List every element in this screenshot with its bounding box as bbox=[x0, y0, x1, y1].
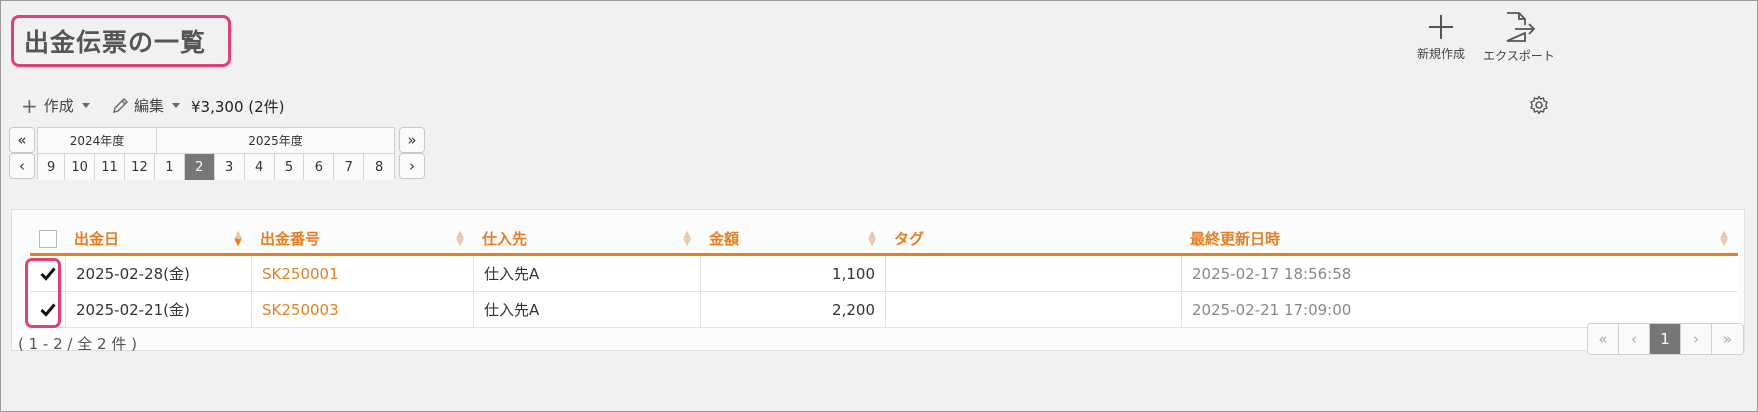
cell-slip-number-link[interactable]: SK250001 bbox=[252, 256, 474, 291]
col-header-number[interactable]: 出金番号 ▲ ▼ bbox=[252, 224, 474, 253]
export-button[interactable]: エクスポート bbox=[1479, 11, 1559, 64]
col-header-amount-label: 金額 bbox=[709, 230, 740, 248]
month-cell-9[interactable]: 9 bbox=[38, 154, 66, 180]
slip-table: 出金日 ▲ ▼ 出金番号 ▲ ▼ 仕入先 ▲ ▼ 金額 ▲ ▼ タグ 最終更新日時 ▲ ▼ bbox=[30, 224, 1738, 328]
table-panel: 出金日 ▲ ▼ 出金番号 ▲ ▼ 仕入先 ▲ ▼ 金額 ▲ ▼ タグ 最終更新日時 ▲ ▼ bbox=[11, 209, 1745, 351]
month-cell-5[interactable]: 5 bbox=[274, 154, 305, 180]
month-cell-2[interactable]: 2 bbox=[184, 154, 215, 180]
plus-icon: + bbox=[21, 93, 38, 118]
gear-icon[interactable] bbox=[1529, 95, 1549, 115]
cell-amount: 1,100 bbox=[701, 256, 886, 291]
plus-icon bbox=[1429, 15, 1453, 39]
month-cell-11[interactable]: 11 bbox=[95, 154, 125, 180]
record-range: ( 1 - 2 / 全 2 件 ) bbox=[18, 335, 137, 353]
checkbox-highlight bbox=[25, 258, 61, 328]
sort-icon: ▲ ▼ bbox=[1720, 228, 1728, 248]
cell-updated: 2025-02-21 17:09:00 bbox=[1192, 300, 1352, 319]
col-header-date[interactable]: 出金日 ▲ ▼ bbox=[66, 224, 252, 253]
chevron-down-icon bbox=[172, 103, 181, 108]
col-header-supplier[interactable]: 仕入先 ▲ ▼ bbox=[474, 224, 701, 253]
total-amount: ¥3,300 (2件) bbox=[191, 98, 285, 116]
create-label: 作成 bbox=[43, 97, 74, 115]
new-button[interactable]: 新規作成 bbox=[1411, 13, 1471, 62]
month-cell-1[interactable]: 1 bbox=[154, 154, 185, 180]
next-period-button[interactable]: › bbox=[399, 153, 425, 179]
fiscal-year-2024[interactable]: 2024年度 bbox=[38, 128, 157, 153]
sort-icon: ▲ ▼ bbox=[456, 228, 464, 248]
page-title: 出金伝票の一覧 bbox=[24, 28, 207, 57]
month-cell-6[interactable]: 6 bbox=[304, 154, 335, 180]
page-first-button[interactable]: « bbox=[1588, 324, 1619, 354]
last-period-button[interactable]: » bbox=[399, 127, 425, 153]
col-header-number-label: 出金番号 bbox=[260, 230, 321, 248]
sort-icon: ▲ ▼ bbox=[683, 228, 691, 248]
pencil-icon bbox=[113, 97, 128, 113]
table-row[interactable]: 2025-02-21(金) SK250003 仕入先A 2,200 2025-0… bbox=[30, 292, 1738, 328]
month-cell-3[interactable]: 3 bbox=[214, 154, 245, 180]
col-header-supplier-label: 仕入先 bbox=[482, 230, 528, 248]
month-cell-7[interactable]: 7 bbox=[334, 154, 365, 180]
select-all-checkbox[interactable] bbox=[39, 229, 57, 248]
month-cell-8[interactable]: 8 bbox=[364, 154, 395, 180]
cell-updated: 2025-02-17 18:56:58 bbox=[1192, 264, 1352, 283]
create-dropdown[interactable]: + 作成 bbox=[21, 95, 90, 116]
cell-supplier: 仕入先A bbox=[474, 292, 701, 327]
sort-desc-icon: ▲ ▼ bbox=[234, 228, 242, 248]
export-icon bbox=[1506, 12, 1536, 42]
select-all-cell bbox=[30, 224, 66, 253]
cell-tag bbox=[886, 292, 1182, 327]
chevron-left-icon: ‹ bbox=[19, 157, 25, 175]
month-cell-10[interactable]: 10 bbox=[65, 154, 96, 180]
new-label: 新規作成 bbox=[1416, 47, 1465, 61]
cell-supplier: 仕入先A bbox=[474, 256, 701, 291]
month-cell-12[interactable]: 12 bbox=[125, 154, 155, 180]
cell-tag bbox=[886, 256, 1182, 291]
prev-period-button[interactable]: ‹ bbox=[9, 153, 35, 179]
table-header: 出金日 ▲ ▼ 出金番号 ▲ ▼ 仕入先 ▲ ▼ 金額 ▲ ▼ タグ 最終更新日時 ▲ ▼ bbox=[30, 224, 1738, 256]
col-header-amount[interactable]: 金額 ▲ ▼ bbox=[701, 224, 886, 253]
col-header-tag-label: タグ bbox=[894, 230, 925, 248]
page-title-highlight: 出金伝票の一覧 bbox=[11, 15, 231, 67]
col-header-date-label: 出金日 bbox=[74, 230, 120, 248]
page-prev-button[interactable]: ‹ bbox=[1619, 324, 1650, 354]
cell-date: 2025-02-21(金) bbox=[66, 292, 252, 327]
double-chevron-right-icon: » bbox=[407, 131, 417, 149]
pagination: « ‹ 1 › » bbox=[1587, 323, 1744, 355]
col-header-updated-label: 最終更新日時 bbox=[1190, 230, 1281, 248]
col-header-tag: タグ bbox=[886, 224, 1182, 253]
fiscal-year-2025[interactable]: 2025年度 bbox=[157, 128, 394, 153]
table-row[interactable]: 2025-02-28(金) SK250001 仕入先A 1,100 2025-0… bbox=[30, 256, 1738, 292]
cell-amount: 2,200 bbox=[701, 292, 886, 327]
edit-label: 編集 bbox=[134, 97, 165, 115]
cell-date: 2025-02-28(金) bbox=[66, 256, 252, 291]
month-cell-4[interactable]: 4 bbox=[244, 154, 275, 180]
period-selector: 2024年度 2025年度 9 10 11 12 1 2 3 4 5 6 7 8 bbox=[37, 127, 395, 180]
double-chevron-left-icon: « bbox=[17, 131, 27, 149]
cell-slip-number-link[interactable]: SK250003 bbox=[252, 292, 474, 327]
export-label: エクスポート bbox=[1483, 49, 1555, 63]
page-next-button[interactable]: › bbox=[1681, 324, 1712, 354]
chevron-down-icon bbox=[81, 103, 90, 108]
sort-icon: ▲ ▼ bbox=[868, 228, 876, 248]
edit-dropdown[interactable]: 編集 bbox=[111, 95, 181, 116]
chevron-right-icon: › bbox=[409, 157, 415, 175]
col-header-updated[interactable]: 最終更新日時 ▲ ▼ bbox=[1182, 224, 1738, 253]
page-last-button[interactable]: » bbox=[1712, 324, 1743, 354]
page-1-button[interactable]: 1 bbox=[1650, 324, 1681, 354]
first-period-button[interactable]: « bbox=[9, 127, 35, 153]
